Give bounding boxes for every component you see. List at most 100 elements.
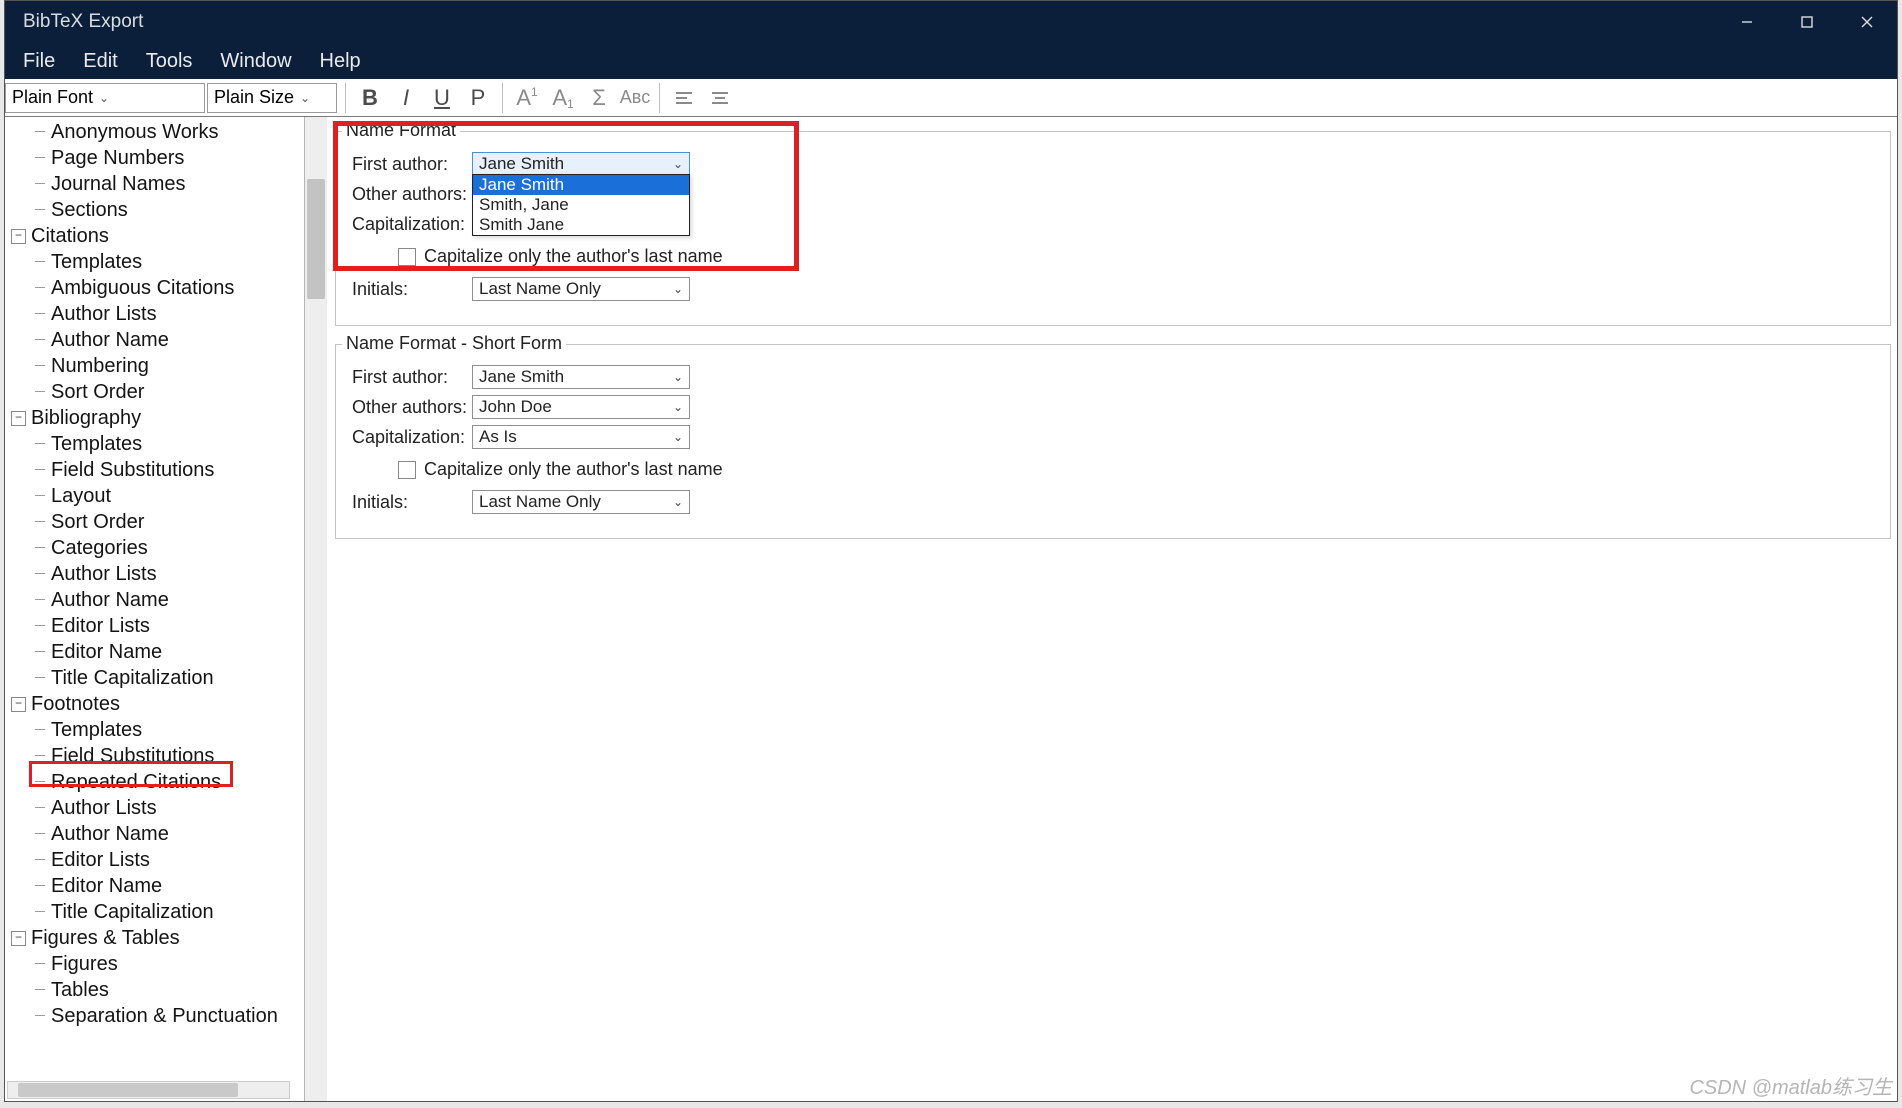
chevron-down-icon: ⌄ [673,282,683,296]
tree-leaf[interactable]: Separation & Punctuation [5,1003,290,1029]
dropdown-option[interactable]: Jane Smith [473,175,689,195]
maximize-button[interactable] [1777,1,1837,43]
body-area: Anonymous Works Page Numbers Journal Nam… [5,117,1897,1101]
sigma-button[interactable]: Σ [581,79,617,117]
sidebar-hscrollbar[interactable] [7,1081,290,1099]
initials-value: Last Name Only [479,279,601,299]
sidebar: Anonymous Works Page Numbers Journal Nam… [5,117,305,1101]
app-window: BibTeX Export File Edit Tools Window Hel… [4,0,1898,1102]
first-author-value: Jane Smith [479,154,564,174]
tree-parent-citations[interactable]: Citations [5,223,290,249]
first-author-label: First author: [352,367,472,388]
tree-leaf[interactable]: Templates [5,431,290,457]
initials-value-short: Last Name Only [479,492,601,512]
initials-select-short[interactable]: Last Name Only ⌄ [472,490,690,514]
tree-leaf[interactable]: Figures [5,951,290,977]
toolbar: Plain Font ⌄ Plain Size ⌄ B I U P A1 A1 … [5,79,1897,117]
menu-tools[interactable]: Tools [132,43,207,79]
chevron-down-icon: ⌄ [300,91,310,105]
dropdown-option[interactable]: Smith Jane [473,215,689,235]
smallcaps-button[interactable]: Aʙᴄ [617,79,653,117]
initials-select[interactable]: Last Name Only ⌄ [472,277,690,301]
tree-leaf-page-numbers[interactable]: Page Numbers [5,145,290,171]
tree-leaf[interactable]: Author Lists [5,795,290,821]
bold-button[interactable]: B [352,79,388,117]
minimize-button[interactable] [1717,1,1777,43]
tree-parent-figures-tables[interactable]: Figures & Tables [5,925,290,951]
tree-leaf-author-name-selected[interactable]: Author Name [5,821,290,847]
menu-edit[interactable]: Edit [69,43,131,79]
align-center-icon [711,90,729,106]
menu-bar: File Edit Tools Window Help [5,43,1897,79]
window-title: BibTeX Export [23,11,143,33]
tree-leaf[interactable]: Field Substitutions [5,743,290,769]
font-combo-value: Plain Font [12,87,93,108]
form-area: Name Format First author: Jane Smith ⌄ J… [335,117,1891,1101]
group-name-format-short: Name Format - Short Form First author: J… [335,344,1891,539]
tree-leaf[interactable]: Editor Name [5,639,290,665]
dropdown-option[interactable]: Smith, Jane [473,195,689,215]
initials-label: Initials: [352,492,472,513]
group-title: Name Format [342,120,460,141]
capitalization-select-short[interactable]: As Is ⌄ [472,425,690,449]
tree-leaf[interactable]: Author Lists [5,301,290,327]
capitalize-checkbox-row-short[interactable]: Capitalize only the author's last name [398,459,1874,480]
first-author-select[interactable]: Jane Smith ⌄ [472,152,690,176]
tree-leaf[interactable]: Tables [5,977,290,1003]
menu-window[interactable]: Window [206,43,305,79]
tree-parent-bibliography[interactable]: Bibliography [5,405,290,431]
tree-leaf[interactable]: Numbering [5,353,290,379]
capitalize-checkbox-row[interactable]: Capitalize only the author's last name [398,246,1874,267]
tree-leaf[interactable]: Sort Order [5,379,290,405]
tree-leaf[interactable]: Title Capitalization [5,899,290,925]
subscript-button[interactable]: A1 [545,79,581,117]
capitalization-label: Capitalization: [352,427,472,448]
chevron-down-icon: ⌄ [673,430,683,444]
tree-leaf-journal-names[interactable]: Journal Names [5,171,290,197]
other-authors-select-short[interactable]: John Doe ⌄ [472,395,690,419]
tree-leaf[interactable]: Title Capitalization [5,665,290,691]
scrollbar-thumb[interactable] [307,179,325,299]
tree-leaf[interactable]: Author Name [5,327,290,353]
tree-leaf-anonymous-works[interactable]: Anonymous Works [5,119,290,145]
tree-leaf[interactable]: Editor Name [5,873,290,899]
size-combo-value: Plain Size [214,87,294,108]
superscript-button[interactable]: A1 [509,79,545,117]
tree-parent-footnotes[interactable]: Footnotes [5,691,290,717]
checkbox-icon[interactable] [398,461,416,479]
capitalization-value-short: As Is [479,427,517,447]
tree-leaf[interactable]: Repeated Citations [5,769,290,795]
other-authors-label: Other authors: [352,397,472,418]
capitalize-checkbox-label: Capitalize only the author's last name [424,246,723,267]
main-panel: Name Format First author: Jane Smith ⌄ J… [305,117,1897,1101]
menu-file[interactable]: File [9,43,69,79]
checkbox-icon[interactable] [398,248,416,266]
tree-leaf[interactable]: Editor Lists [5,847,290,873]
tree-leaf-sections[interactable]: Sections [5,197,290,223]
group-title: Name Format - Short Form [342,333,566,354]
tree-leaf[interactable]: Editor Lists [5,613,290,639]
scrollbar-thumb[interactable] [18,1083,238,1097]
first-author-select-short[interactable]: Jane Smith ⌄ [472,365,690,389]
size-combo[interactable]: Plain Size ⌄ [207,83,337,113]
tree-leaf[interactable]: Templates [5,249,290,275]
menu-help[interactable]: Help [306,43,375,79]
tree-leaf[interactable]: Field Substitutions [5,457,290,483]
tree-leaf[interactable]: Author Lists [5,561,290,587]
chevron-down-icon: ⌄ [673,495,683,509]
other-authors-label: Other authors: [352,184,472,205]
tree-leaf[interactable]: Templates [5,717,290,743]
p-button[interactable]: P [460,79,496,117]
tree-leaf[interactable]: Ambiguous Citations [5,275,290,301]
italic-button[interactable]: I [388,79,424,117]
close-button[interactable] [1837,1,1897,43]
tree-leaf[interactable]: Sort Order [5,509,290,535]
tree-leaf[interactable]: Layout [5,483,290,509]
align-center-button[interactable] [702,79,738,117]
tree-leaf[interactable]: Author Name [5,587,290,613]
main-vscrollbar[interactable] [305,117,327,1101]
underline-button[interactable]: U [424,79,460,117]
font-combo[interactable]: Plain Font ⌄ [5,83,205,113]
tree-leaf[interactable]: Categories [5,535,290,561]
align-left-button[interactable] [666,79,702,117]
